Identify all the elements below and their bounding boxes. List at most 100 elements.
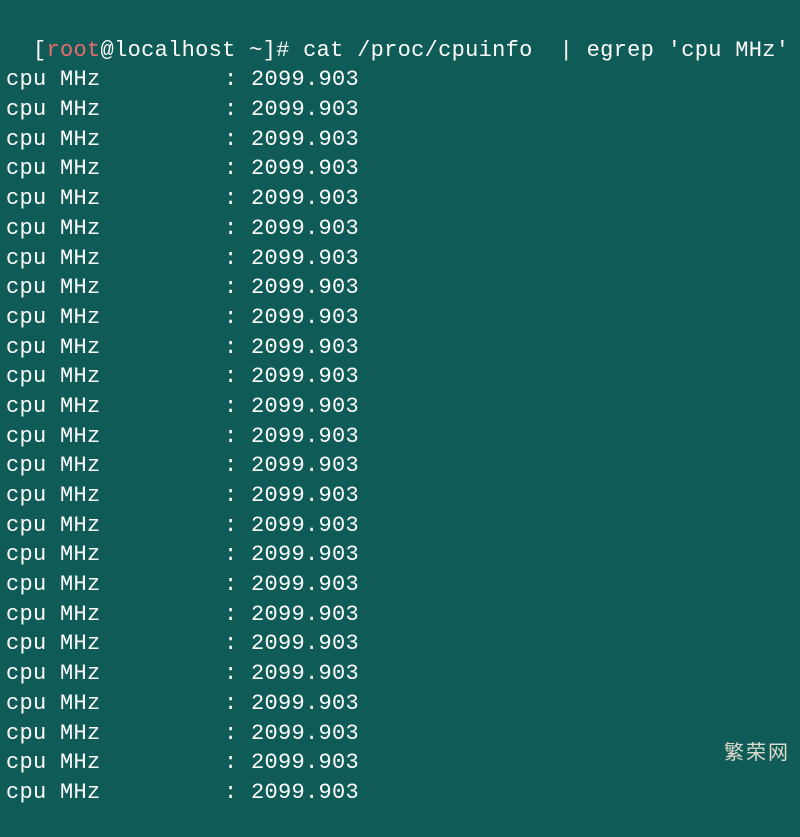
output-line: cpu MHz: 2099.903 [6, 244, 794, 274]
colon-separator: : [224, 600, 251, 630]
cpu-field-label: cpu MHz [6, 689, 224, 719]
prompt-host: localhost [114, 38, 236, 63]
output-line: cpu MHz: 2099.903 [6, 362, 794, 392]
cpu-field-label: cpu MHz [6, 748, 224, 778]
colon-separator: : [224, 362, 251, 392]
colon-separator: : [224, 748, 251, 778]
output-line: cpu MHz: 2099.903 [6, 95, 794, 125]
colon-separator: : [224, 95, 251, 125]
cpu-field-label: cpu MHz [6, 273, 224, 303]
cpu-field-label: cpu MHz [6, 629, 224, 659]
cpu-field-label: cpu MHz [6, 95, 224, 125]
colon-separator: : [224, 273, 251, 303]
prompt-open-bracket: [ [33, 38, 47, 63]
cpu-field-label: cpu MHz [6, 481, 224, 511]
colon-separator: : [224, 154, 251, 184]
colon-separator: : [224, 184, 251, 214]
cpu-field-label: cpu MHz [6, 540, 224, 570]
output-line: cpu MHz: 2099.903 [6, 540, 794, 570]
colon-separator: : [224, 451, 251, 481]
cpu-mhz-value: 2099.903 [251, 392, 359, 422]
output-line: cpu MHz: 2099.903 [6, 629, 794, 659]
colon-separator: : [224, 65, 251, 95]
output-line: cpu MHz: 2099.903 [6, 659, 794, 689]
cpu-field-label: cpu MHz [6, 184, 224, 214]
cpu-field-label: cpu MHz [6, 570, 224, 600]
colon-separator: : [224, 422, 251, 452]
cpu-field-label: cpu MHz [6, 392, 224, 422]
output-line: cpu MHz: 2099.903 [6, 184, 794, 214]
colon-separator: : [224, 125, 251, 155]
command-text: cat /proc/cpuinfo | egrep [290, 38, 668, 63]
output-line: cpu MHz: 2099.903 [6, 600, 794, 630]
prompt-close-bracket: ]# [263, 38, 290, 63]
prompt-user: root [47, 38, 101, 63]
output-line: cpu MHz: 2099.903 [6, 748, 794, 778]
cpu-field-label: cpu MHz [6, 65, 224, 95]
output-line: cpu MHz: 2099.903 [6, 570, 794, 600]
cpu-mhz-value: 2099.903 [251, 422, 359, 452]
output-line: cpu MHz: 2099.903 [6, 65, 794, 95]
cpu-mhz-value: 2099.903 [251, 65, 359, 95]
colon-separator: : [224, 778, 251, 808]
cpu-mhz-value: 2099.903 [251, 659, 359, 689]
output-line: cpu MHz: 2099.903 [6, 481, 794, 511]
colon-separator: : [224, 392, 251, 422]
output-line: cpu MHz: 2099.903 [6, 273, 794, 303]
output-line: cpu MHz: 2099.903 [6, 689, 794, 719]
output-line: cpu MHz: 2099.903 [6, 214, 794, 244]
output-lines: cpu MHz: 2099.903cpu MHz: 2099.903cpu MH… [6, 65, 794, 807]
colon-separator: : [224, 303, 251, 333]
cpu-mhz-value: 2099.903 [251, 303, 359, 333]
cpu-field-label: cpu MHz [6, 778, 224, 808]
shell-prompt: [root@localhost ~]# [33, 38, 290, 63]
cpu-field-label: cpu MHz [6, 511, 224, 541]
colon-separator: : [224, 659, 251, 689]
output-line: cpu MHz: 2099.903 [6, 392, 794, 422]
output-line: cpu MHz: 2099.903 [6, 303, 794, 333]
cpu-mhz-value: 2099.903 [251, 333, 359, 363]
output-line: cpu MHz: 2099.903 [6, 422, 794, 452]
cpu-field-label: cpu MHz [6, 154, 224, 184]
output-line: cpu MHz: 2099.903 [6, 154, 794, 184]
cpu-field-label: cpu MHz [6, 244, 224, 274]
cpu-field-label: cpu MHz [6, 214, 224, 244]
cpu-field-label: cpu MHz [6, 451, 224, 481]
output-line: cpu MHz: 2099.903 [6, 451, 794, 481]
cpu-mhz-value: 2099.903 [251, 125, 359, 155]
colon-separator: : [224, 481, 251, 511]
cpu-mhz-value: 2099.903 [251, 719, 359, 749]
colon-separator: : [224, 719, 251, 749]
cpu-field-label: cpu MHz [6, 422, 224, 452]
output-line: cpu MHz: 2099.903 [6, 719, 794, 749]
prompt-at: @ [101, 38, 115, 63]
grep-pattern: 'cpu MHz' [668, 38, 790, 63]
cpu-mhz-value: 2099.903 [251, 481, 359, 511]
cpu-field-label: cpu MHz [6, 719, 224, 749]
cpu-field-label: cpu MHz [6, 362, 224, 392]
cpu-field-label: cpu MHz [6, 303, 224, 333]
colon-separator: : [224, 540, 251, 570]
colon-separator: : [224, 214, 251, 244]
cpu-mhz-value: 2099.903 [251, 511, 359, 541]
output-line: cpu MHz: 2099.903 [6, 511, 794, 541]
prompt-cwd: ~ [236, 38, 263, 63]
cpu-mhz-value: 2099.903 [251, 600, 359, 630]
cpu-field-label: cpu MHz [6, 600, 224, 630]
colon-separator: : [224, 689, 251, 719]
terminal-output[interactable]: [root@localhost ~]# cat /proc/cpuinfo | … [6, 6, 794, 837]
colon-separator: : [224, 629, 251, 659]
cpu-mhz-value: 2099.903 [251, 689, 359, 719]
colon-separator: : [224, 244, 251, 274]
cpu-mhz-value: 2099.903 [251, 154, 359, 184]
cpu-mhz-value: 2099.903 [251, 214, 359, 244]
output-line: cpu MHz: 2099.903 [6, 333, 794, 363]
cpu-mhz-value: 2099.903 [251, 629, 359, 659]
cpu-mhz-value: 2099.903 [251, 778, 359, 808]
colon-separator: : [224, 511, 251, 541]
output-line: cpu MHz: 2099.903 [6, 778, 794, 808]
cpu-mhz-value: 2099.903 [251, 748, 359, 778]
cpu-field-label: cpu MHz [6, 659, 224, 689]
cpu-mhz-value: 2099.903 [251, 95, 359, 125]
colon-separator: : [224, 570, 251, 600]
